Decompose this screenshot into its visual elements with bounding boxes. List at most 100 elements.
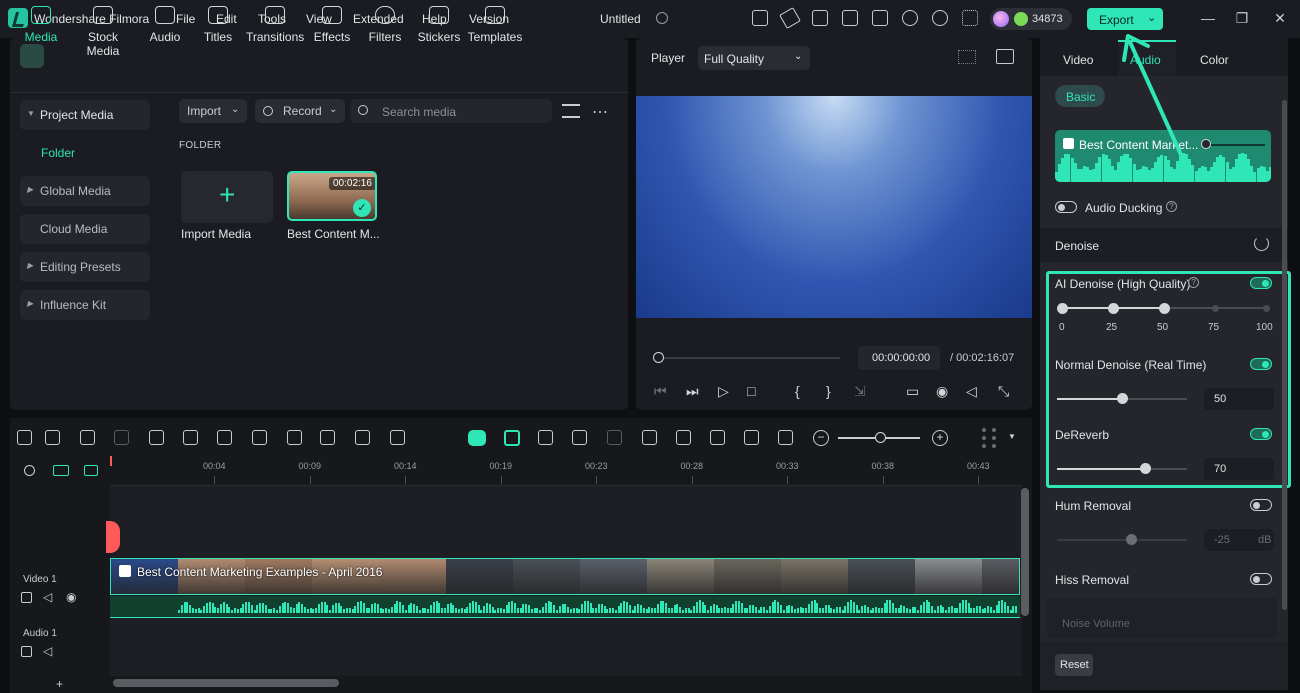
sidebar-item-influence-kit[interactable]: ▶ Influence Kit (20, 290, 150, 320)
select-pointer-icon[interactable] (45, 430, 60, 445)
mark-in-icon[interactable]: { (795, 383, 800, 399)
redo-icon[interactable] (114, 430, 129, 445)
apps-grid-icon[interactable] (962, 10, 978, 26)
fit-icon[interactable] (778, 430, 793, 445)
eye-icon[interactable]: ◉ (66, 590, 76, 604)
import-button[interactable]: Import ⌄ (179, 99, 247, 123)
step-forward-icon[interactable]: ⏭ (686, 383, 699, 400)
stabilize-icon[interactable] (572, 430, 587, 445)
media-clip-thumbnail[interactable]: 00:02:16 ✓ (287, 171, 377, 221)
timeline-horizontal-scrollbar[interactable] (113, 679, 339, 687)
ai-tools-icon[interactable] (812, 10, 828, 26)
hiss-removal-toggle[interactable] (1250, 573, 1272, 585)
playhead[interactable] (110, 456, 112, 466)
more-options-icon[interactable]: ⋯ (592, 102, 608, 122)
zoom-out-icon[interactable]: − (813, 430, 829, 446)
speaker-icon[interactable]: ◁ (43, 590, 52, 604)
more-tools-icon[interactable] (390, 430, 405, 445)
speaker-icon[interactable]: ◁ (43, 644, 52, 658)
tab-titles[interactable]: Titles (200, 6, 236, 50)
chevron-down-icon[interactable]: ▼ (1008, 432, 1016, 441)
tab-transitions[interactable]: Transitions (246, 6, 304, 50)
hum-slider-handle[interactable] (1126, 534, 1137, 545)
chevron-down-icon[interactable]: ⌄ (1147, 11, 1156, 24)
save-icon[interactable] (872, 10, 888, 26)
audio-ducking-toggle[interactable] (1055, 201, 1077, 213)
video-clip[interactable]: Best Content Marketing Examples - April … (110, 558, 1020, 595)
render-preview-icon[interactable]: ▭ (906, 383, 919, 400)
undo-icon[interactable] (80, 430, 95, 445)
timeline-vertical-scrollbar[interactable] (1021, 488, 1029, 616)
keyframe-icon[interactable] (538, 430, 553, 445)
zoom-in-icon[interactable]: + (932, 430, 948, 446)
fullscreen-icon[interactable]: ⤡ (998, 383, 1009, 400)
tab-stock-media[interactable]: Stock Media (70, 6, 136, 58)
sidebar-item-editing-presets[interactable]: ▶ Editing Presets (20, 252, 150, 282)
search-input[interactable]: Search media (350, 99, 552, 123)
hum-removal-toggle[interactable] (1250, 499, 1272, 511)
credits-badge[interactable]: 34873 (990, 8, 1072, 30)
volume-icon[interactable]: ◁ (966, 383, 977, 400)
record-button[interactable]: Record ⌄ (255, 99, 345, 123)
cut-icon[interactable] (183, 430, 198, 445)
hum-slider-track[interactable] (1057, 539, 1187, 541)
link-icon[interactable] (24, 465, 35, 476)
maximize-icon[interactable]: ❐ (1232, 8, 1252, 28)
export-button[interactable]: Export ⌄ (1087, 8, 1163, 30)
mark-out-icon[interactable]: } (826, 383, 831, 399)
scrubber-handle[interactable] (653, 352, 664, 363)
ai-assistant-icon[interactable] (468, 430, 486, 446)
sidebar-item-cloud-media[interactable]: Cloud Media (20, 214, 150, 244)
tab-audio[interactable]: Audio (146, 6, 184, 50)
close-icon[interactable]: ✕ (1270, 8, 1290, 28)
delete-icon[interactable] (149, 430, 164, 445)
layout-panels-icon[interactable] (17, 430, 32, 445)
crop-icon[interactable] (217, 430, 232, 445)
magnet-snap-icon[interactable] (504, 430, 520, 446)
tab-color[interactable]: Color (1200, 53, 1229, 67)
tab-effects[interactable]: Effects (312, 6, 352, 50)
add-track-icon[interactable] (53, 465, 69, 476)
cloud-upload-icon[interactable] (902, 10, 918, 26)
preview-screen[interactable] (636, 96, 1032, 318)
microphone-icon[interactable] (676, 430, 691, 445)
auto-reframe-icon[interactable] (320, 430, 335, 445)
reset-refresh-icon[interactable] (1254, 236, 1269, 251)
play-icon[interactable]: ▷ (718, 383, 729, 400)
text-icon[interactable] (252, 430, 267, 445)
add-icon[interactable]: + (56, 677, 63, 691)
zoom-slider-handle[interactable] (875, 432, 886, 443)
help-icon[interactable]: ? (1166, 201, 1177, 212)
import-media-tile[interactable]: + (181, 171, 273, 223)
tab-stickers[interactable]: Stickers (417, 6, 461, 50)
layout-grid-icon[interactable] (982, 428, 996, 448)
layout-icon[interactable] (842, 10, 858, 26)
insert-marker-icon[interactable]: ⇲ (854, 383, 866, 400)
sidebar-item-global-media[interactable]: ▶ Global Media (20, 176, 150, 206)
audio-mixer-icon[interactable] (710, 430, 725, 445)
silence-detect-icon[interactable] (607, 430, 622, 445)
quality-dropdown[interactable]: Full Quality ⌄ (698, 46, 810, 70)
basic-tab-pill[interactable]: Basic (1055, 85, 1105, 107)
snapshot-image-icon[interactable] (996, 49, 1014, 64)
tab-templates[interactable]: Templates (467, 6, 523, 50)
sidebar-item-project-media[interactable]: ▼ Project Media (20, 100, 150, 130)
folder-lock-icon[interactable] (21, 592, 32, 603)
speed-icon[interactable] (355, 430, 370, 445)
minimize-icon[interactable]: — (1198, 8, 1218, 28)
playhead-handle[interactable] (106, 521, 120, 553)
track-manager-icon[interactable] (84, 465, 98, 476)
previous-frame-icon[interactable]: ⏮ (654, 383, 667, 400)
shape-icon[interactable] (287, 430, 302, 445)
hum-value-input[interactable]: -25 dB (1204, 529, 1274, 551)
reset-button[interactable]: Reset (1055, 654, 1093, 676)
gift-icon[interactable] (752, 10, 768, 26)
playback-scrubber[interactable] (658, 357, 840, 359)
marker-icon[interactable] (642, 430, 657, 445)
grid-view-icon[interactable] (958, 50, 976, 64)
camera-icon[interactable]: ◉ (936, 383, 948, 400)
folder-lock-icon[interactable] (21, 646, 32, 657)
headset-icon[interactable] (932, 10, 948, 26)
replace-icon[interactable] (744, 430, 759, 445)
tab-video[interactable]: Video (1063, 53, 1093, 67)
